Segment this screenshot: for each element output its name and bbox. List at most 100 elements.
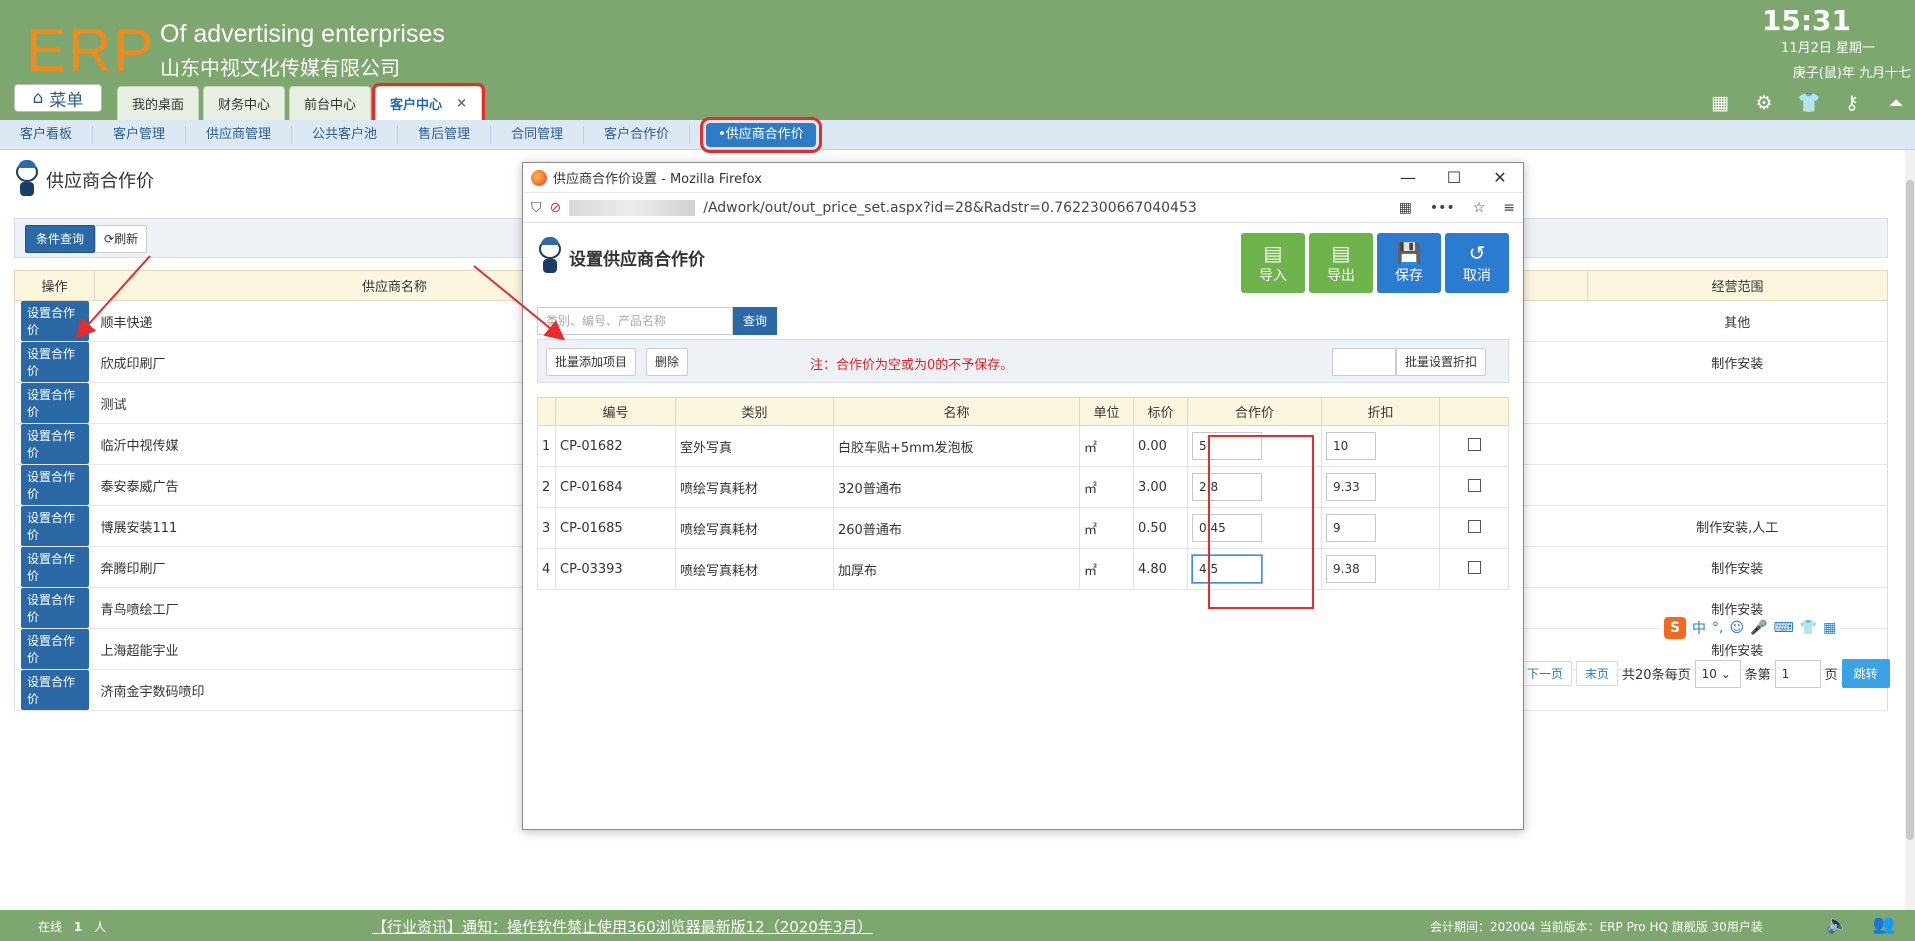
- subnav-contract[interactable]: 合同管理: [491, 125, 585, 144]
- import-button[interactable]: ▤ 导入: [1241, 233, 1305, 293]
- cancel-button[interactable]: ↺ 取消: [1445, 233, 1509, 293]
- jump-button[interactable]: 跳转: [1841, 659, 1890, 688]
- set-price-button[interactable]: 设置合作价: [21, 629, 89, 669]
- speaker-icon[interactable]: 🔈: [1826, 914, 1848, 935]
- hamburger-menu-icon[interactable]: ≡: [1503, 200, 1515, 216]
- ime-menu-icon[interactable]: ▦: [1823, 620, 1836, 636]
- query-button[interactable]: 条件查询: [25, 225, 96, 253]
- ime-emoji-icon[interactable]: ☺: [1729, 620, 1744, 636]
- per-page-select[interactable]: 10 ⌄: [1694, 659, 1741, 688]
- discount-cell: 9.33: [1321, 466, 1440, 508]
- select-cell: [1439, 425, 1509, 467]
- refresh-button[interactable]: ⟳刷新: [95, 225, 148, 253]
- batch-discount-button[interactable]: 批量设置折扣: [1396, 348, 1487, 376]
- sogou-logo-icon[interactable]: S: [1664, 617, 1686, 639]
- subnav-customer-price[interactable]: 客户合作价: [584, 125, 691, 144]
- subnav-supplier-price[interactable]: •供应商合作价: [700, 116, 822, 153]
- set-price-button[interactable]: 设置合作价: [21, 301, 89, 341]
- list-price: 0.50: [1133, 507, 1188, 549]
- ime-chinese-icon[interactable]: 中: [1692, 618, 1706, 638]
- product-name: 白胶车贴+5mm发泡板: [833, 425, 1080, 467]
- row-checkbox[interactable]: [1467, 478, 1481, 492]
- row-checkbox[interactable]: [1467, 437, 1481, 451]
- window-titlebar: 供应商合作价设置 - Mozilla Firefox — ☐ ✕: [523, 163, 1523, 193]
- arrow-up-icon[interactable]: ⏶: [1885, 92, 1907, 114]
- maximize-icon[interactable]: ☐: [1431, 163, 1477, 193]
- product-category: 喷绘写真耗材: [675, 507, 834, 549]
- grid-icon[interactable]: ▦: [1709, 92, 1731, 114]
- row-number: 1: [537, 425, 556, 467]
- set-price-button[interactable]: 设置合作价: [21, 670, 89, 710]
- last-page-button[interactable]: 末页: [1576, 661, 1619, 686]
- product-category: 喷绘写真耗材: [675, 466, 834, 508]
- subnav-supplier-manage[interactable]: 供应商管理: [186, 125, 293, 144]
- set-price-button[interactable]: 设置合作价: [21, 547, 89, 587]
- subnav-public-pool[interactable]: 公共客户池: [292, 125, 399, 144]
- key-icon[interactable]: ⚷: [1841, 92, 1863, 114]
- col-price: 标价: [1133, 397, 1188, 426]
- qr-code-icon[interactable]: ▦: [1399, 200, 1412, 216]
- users-icon[interactable]: 👥: [1873, 914, 1895, 935]
- product-unit: ㎡: [1079, 466, 1134, 508]
- discount-input[interactable]: 10: [1326, 432, 1376, 460]
- row-checkbox[interactable]: [1467, 560, 1481, 574]
- menu-button[interactable]: ⌂ 菜单: [14, 84, 102, 112]
- ime-punct-icon[interactable]: °,: [1712, 620, 1723, 636]
- product-name: 320普通布: [833, 466, 1080, 508]
- subnav-customer-manage[interactable]: 客户管理: [93, 125, 187, 144]
- export-button[interactable]: ▤ 导出: [1309, 233, 1373, 293]
- set-price-button[interactable]: 设置合作价: [21, 342, 89, 382]
- tab-front-desk[interactable]: 前台中心: [289, 86, 372, 120]
- tab-desktop[interactable]: 我的桌面: [117, 86, 200, 120]
- star-icon[interactable]: ☆: [1473, 200, 1486, 216]
- tab-finance[interactable]: 财务中心: [203, 86, 286, 120]
- shield-icon[interactable]: ⛉: [531, 200, 542, 216]
- delete-button[interactable]: 删除: [646, 348, 689, 376]
- close-icon[interactable]: ×: [456, 96, 467, 111]
- batch-add-button[interactable]: 批量添加项目: [546, 348, 637, 376]
- list-price: 0.00: [1133, 425, 1188, 467]
- tracking-off-icon[interactable]: ⊘: [550, 200, 562, 216]
- search-row: 类别、编号、产品名称 查询: [537, 307, 778, 335]
- discount-input[interactable]: 9.38: [1326, 555, 1376, 583]
- set-price-button[interactable]: 设置合作价: [21, 383, 89, 423]
- close-icon[interactable]: ✕: [1477, 163, 1523, 193]
- discount-input[interactable]: 9: [1326, 514, 1376, 542]
- row-checkbox[interactable]: [1467, 519, 1481, 533]
- set-price-button[interactable]: 设置合作价: [21, 424, 89, 464]
- ime-mic-icon[interactable]: 🎤: [1750, 620, 1767, 636]
- search-button[interactable]: 查询: [733, 307, 778, 335]
- shirt-icon[interactable]: 👕: [1797, 92, 1821, 114]
- product-category: 喷绘写真耗材: [675, 548, 834, 590]
- op-cell: 设置合作价: [14, 300, 95, 342]
- tab-customer-center[interactable]: 客户中心 ×: [372, 83, 485, 123]
- set-price-button[interactable]: 设置合作价: [21, 588, 89, 628]
- discount-cell: 9: [1321, 507, 1440, 549]
- minimize-icon[interactable]: —: [1385, 163, 1431, 193]
- ime-keyboard-icon[interactable]: ⌨: [1774, 620, 1794, 636]
- discount-input[interactable]: [1332, 348, 1396, 376]
- gear-icon[interactable]: ⚙: [1753, 92, 1775, 114]
- page-scrollbar[interactable]: [1905, 150, 1915, 910]
- col-index: [537, 397, 556, 426]
- next-page-button[interactable]: 下一页: [1518, 661, 1573, 686]
- tab-label: 财务中心: [218, 98, 271, 113]
- search-input[interactable]: 类别、编号、产品名称: [537, 307, 733, 335]
- subnav-after-sales[interactable]: 售后管理: [398, 125, 492, 144]
- ime-skin-icon[interactable]: 👕: [1800, 620, 1817, 636]
- page-number-input[interactable]: 1: [1774, 659, 1821, 688]
- select-cell: [1439, 548, 1509, 590]
- scrollbar-thumb[interactable]: [1906, 180, 1914, 840]
- save-button[interactable]: 💾 保存: [1377, 233, 1441, 293]
- discount-cell: 10: [1321, 425, 1440, 467]
- tab-label: 客户中心: [390, 98, 443, 113]
- set-price-button[interactable]: 设置合作价: [21, 506, 89, 546]
- subnav-customer-board[interactable]: 客户看板: [0, 125, 94, 144]
- discount-input[interactable]: 9.33: [1326, 473, 1376, 501]
- set-price-button[interactable]: 设置合作价: [21, 465, 89, 505]
- industry-notice-link[interactable]: 【行业资讯】通知：操作软件禁止使用360浏览器最新版12（2020年3月）: [372, 916, 872, 937]
- more-icon[interactable]: •••: [1430, 200, 1455, 216]
- col-op: 操作: [14, 270, 95, 301]
- url-bar[interactable]: ⛉ ⊘ /Adwork/out/out_price_set.aspx?id=28…: [523, 193, 1523, 223]
- op-cell: 设置合作价: [14, 546, 95, 588]
